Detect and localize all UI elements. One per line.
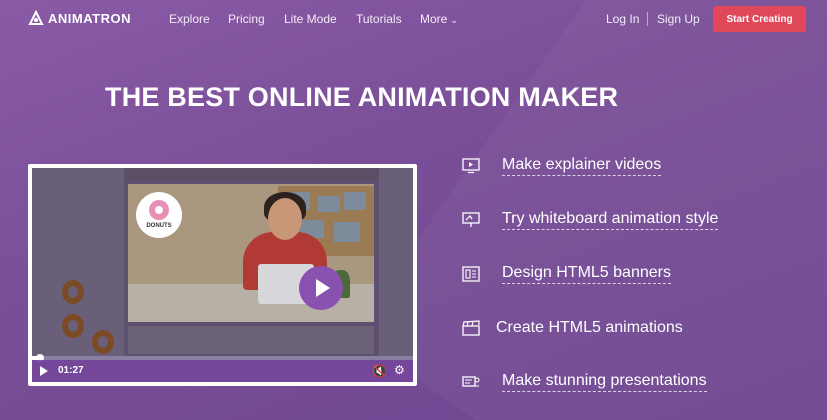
whiteboard-icon bbox=[460, 210, 482, 230]
editor-timeline bbox=[128, 326, 374, 354]
feature-label[interactable]: Try whiteboard animation style bbox=[502, 210, 719, 230]
control-play-icon[interactable] bbox=[40, 366, 48, 376]
hero-title: THE BEST ONLINE ANIMATION MAKER bbox=[105, 82, 619, 112]
feature-presentations[interactable]: Make stunning presentations bbox=[460, 372, 707, 392]
login-link[interactable]: Log In bbox=[606, 12, 639, 26]
video-frame[interactable]: DONUTS 01:27 🔇 ⚙ bbox=[32, 168, 413, 382]
animatron-logo-icon bbox=[28, 10, 44, 25]
logo-text: ANIMATRON bbox=[48, 10, 131, 26]
nav-more-label: More bbox=[420, 12, 448, 26]
clapperboard-icon bbox=[460, 318, 482, 338]
chevron-down-icon: ⌄ bbox=[450, 15, 458, 25]
nav-pricing[interactable]: Pricing bbox=[228, 12, 265, 26]
nav-lite-mode[interactable]: Lite Mode bbox=[284, 12, 337, 26]
nav-explore[interactable]: Explore bbox=[169, 12, 210, 26]
nav-tutorials[interactable]: Tutorials bbox=[356, 12, 402, 26]
video-controls: 01:27 🔇 ⚙ bbox=[32, 360, 413, 382]
feature-whiteboard[interactable]: Try whiteboard animation style bbox=[460, 210, 719, 230]
start-creating-button[interactable]: Start Creating bbox=[713, 6, 806, 32]
presentation-icon bbox=[460, 372, 482, 392]
donut-character bbox=[62, 280, 84, 304]
signup-link[interactable]: Sign Up bbox=[657, 12, 700, 26]
feature-explainer-videos[interactable]: Make explainer videos bbox=[460, 156, 662, 176]
logo[interactable]: ANIMATRON bbox=[28, 10, 131, 26]
video-scene: DONUTS bbox=[128, 184, 374, 322]
video-time: 01:27 bbox=[58, 365, 84, 376]
feature-label[interactable]: Make explainer videos bbox=[502, 156, 662, 176]
feature-label[interactable]: Make stunning presentations bbox=[502, 372, 707, 392]
donuts-badge: DONUTS bbox=[136, 192, 182, 238]
feature-label: Create HTML5 animations bbox=[496, 319, 683, 336]
top-navigation: ANIMATRON Explore Pricing Lite Mode Tuto… bbox=[0, 0, 827, 38]
gear-icon[interactable]: ⚙ bbox=[394, 363, 405, 377]
editor-right-panel bbox=[379, 168, 413, 358]
donut-character bbox=[92, 330, 114, 354]
donuts-badge-text: DONUTS bbox=[146, 223, 172, 229]
volume-icon[interactable]: 🔇 bbox=[372, 364, 387, 378]
banner-icon bbox=[460, 264, 482, 284]
video-screen-icon bbox=[460, 156, 482, 176]
play-icon[interactable] bbox=[299, 266, 343, 310]
video-player[interactable]: DONUTS 01:27 🔇 ⚙ bbox=[28, 164, 417, 386]
donut-character bbox=[62, 314, 84, 338]
feature-label[interactable]: Design HTML5 banners bbox=[502, 264, 671, 284]
nav-divider bbox=[647, 12, 648, 26]
nav-more[interactable]: More ⌄ bbox=[420, 12, 458, 26]
feature-html5-animations: Create HTML5 animations bbox=[460, 318, 683, 338]
feature-banners[interactable]: Design HTML5 banners bbox=[460, 264, 671, 284]
